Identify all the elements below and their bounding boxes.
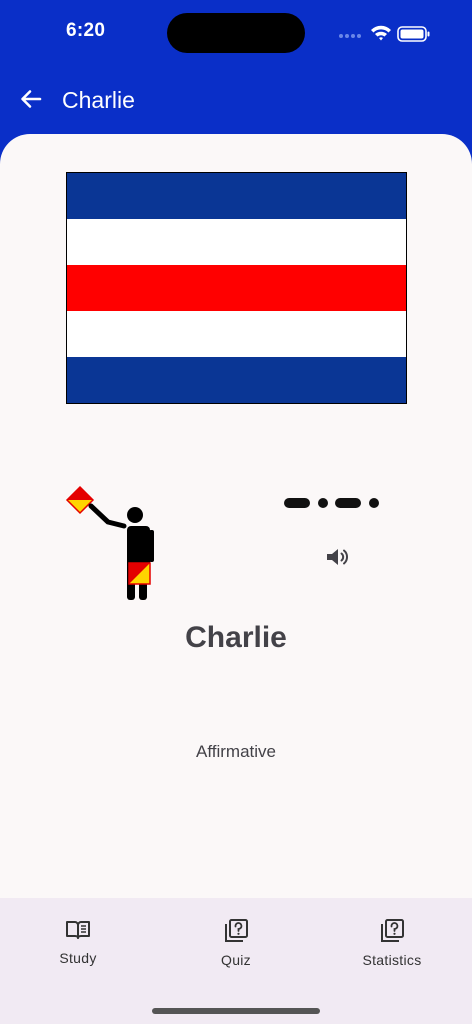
quiz-icon xyxy=(381,919,404,942)
bottom-navigation: Study Quiz Statistics xyxy=(0,898,472,1024)
battery-icon xyxy=(397,26,430,42)
flag-meaning: Affirmative xyxy=(196,742,276,761)
flag-stripe xyxy=(67,173,406,220)
nav-study[interactable]: Study xyxy=(18,918,138,976)
status-bar: 6:20 xyxy=(0,0,472,66)
morse-dash xyxy=(284,498,310,508)
cellular-signal-icon xyxy=(339,34,361,38)
content-sheet: Charlie Affirmative xyxy=(0,134,472,900)
semaphore-figure-icon xyxy=(65,485,154,600)
home-indicator xyxy=(152,1008,320,1014)
semaphore-flag-raised xyxy=(65,485,95,515)
back-arrow-icon[interactable] xyxy=(16,84,46,114)
morse-dot xyxy=(318,498,328,508)
morse-dot xyxy=(369,498,379,508)
book-icon xyxy=(66,921,90,939)
nav-statistics-label: Statistics xyxy=(362,952,422,968)
quiz-icon xyxy=(225,919,248,942)
flag-stripe xyxy=(67,357,406,403)
wifi-icon xyxy=(371,25,391,41)
page-title: Charlie xyxy=(62,87,135,113)
nav-quiz[interactable]: Quiz xyxy=(176,918,296,976)
morse-code xyxy=(284,498,379,508)
nav-statistics[interactable]: Statistics xyxy=(332,918,452,976)
nav-quiz-label: Quiz xyxy=(221,952,251,968)
flag-name: Charlie xyxy=(185,621,287,654)
status-time: 6:20 xyxy=(66,20,106,41)
morse-dash xyxy=(335,498,361,508)
semaphore-flag-lowered xyxy=(128,562,151,585)
app-bar: Charlie xyxy=(0,66,472,138)
flag-charlie xyxy=(66,172,407,404)
dynamic-island xyxy=(167,13,305,53)
flag-stripe xyxy=(67,311,406,358)
speaker-icon[interactable] xyxy=(322,542,352,572)
status-icons xyxy=(339,25,430,42)
nav-study-label: Study xyxy=(59,950,97,966)
flag-stripe xyxy=(67,219,406,266)
flag-stripe xyxy=(67,265,406,312)
